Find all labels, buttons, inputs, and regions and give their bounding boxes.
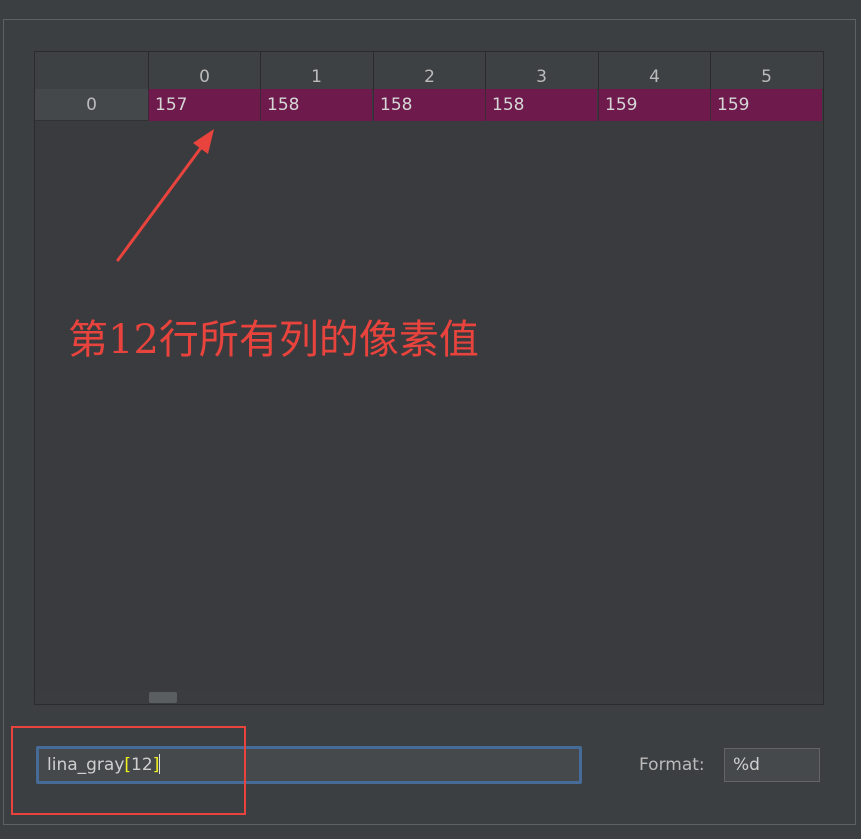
expression-variable: lina_gray (47, 755, 125, 775)
expression-input[interactable]: lina_gray[12] (36, 746, 582, 784)
text-caret (159, 754, 161, 774)
table-cell[interactable]: 159 (598, 89, 710, 121)
scrollbar-thumb[interactable] (149, 692, 177, 703)
row-header-0[interactable]: 0 (35, 89, 148, 121)
table-row: 0 157 158 158 158 159 159 (35, 89, 823, 121)
table-cell[interactable]: 157 (148, 89, 260, 121)
column-header-1[interactable]: 1 (260, 52, 372, 89)
column-header-5[interactable]: 5 (710, 52, 822, 89)
expression-index: 12 (131, 755, 153, 775)
column-header-4[interactable]: 4 (598, 52, 710, 89)
column-header-3[interactable]: 3 (485, 52, 597, 89)
column-header-2[interactable]: 2 (373, 52, 485, 89)
table-cell[interactable]: 159 (710, 89, 822, 121)
table-cell[interactable]: 158 (373, 89, 485, 121)
format-label: Format: (639, 755, 705, 775)
table-cell[interactable]: 158 (485, 89, 597, 121)
horizontal-scrollbar[interactable] (35, 690, 823, 704)
table-cell[interactable]: 158 (260, 89, 372, 121)
array-viewer-table: 0 1 2 3 4 5 0 157 158 158 158 159 159 (34, 51, 824, 705)
column-header-row: 0 1 2 3 4 5 (35, 52, 823, 90)
expression-close-bracket: ] (152, 755, 160, 775)
format-input[interactable]: %d (724, 748, 820, 782)
column-header-0[interactable]: 0 (148, 52, 260, 89)
annotation-label: 第12行所有列的像素值 (68, 317, 479, 363)
